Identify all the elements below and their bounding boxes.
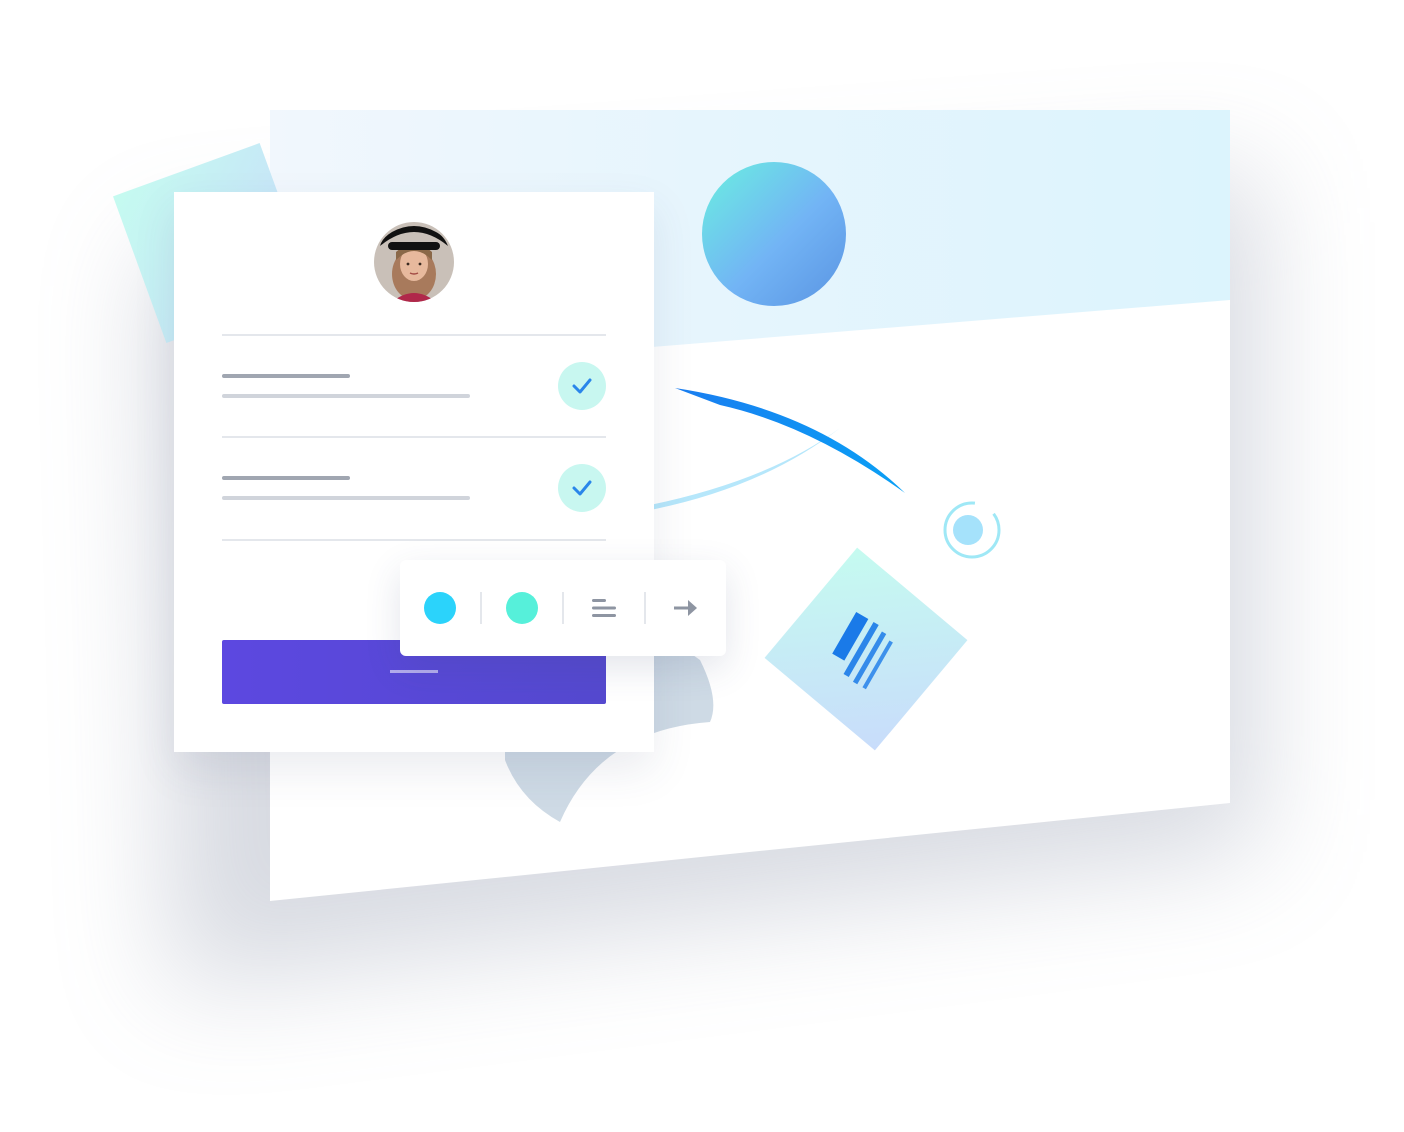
target-icon [943, 501, 1001, 559]
avatar-photo [374, 222, 454, 302]
arrow-right-icon [674, 600, 697, 616]
divider [222, 539, 606, 541]
check-button[interactable] [558, 362, 606, 410]
next-button[interactable] [662, 584, 710, 632]
color-swatch-mint [506, 592, 538, 624]
check-icon [572, 480, 592, 496]
row-title-placeholder [222, 476, 350, 480]
row-subtitle-placeholder [222, 394, 470, 398]
toolbar-separator [644, 592, 646, 624]
divider [222, 334, 606, 336]
avatar[interactable] [374, 222, 454, 302]
color-swatch-cyan [424, 592, 456, 624]
illustration-stage [0, 0, 1404, 1132]
dash-icon [390, 670, 438, 673]
align-left-icon [592, 599, 616, 617]
floating-toolbar [400, 560, 726, 656]
divider [222, 436, 606, 438]
color-swatch-mint-button[interactable] [498, 584, 546, 632]
check-icon [572, 378, 592, 394]
color-swatch-cyan-button[interactable] [416, 584, 464, 632]
toolbar-separator [480, 592, 482, 624]
profile-card [174, 192, 654, 752]
check-button[interactable] [558, 464, 606, 512]
row-title-placeholder [222, 374, 350, 378]
stack-logo-icon [832, 612, 893, 690]
align-left-button[interactable] [580, 584, 628, 632]
toolbar-separator [562, 592, 564, 624]
row-subtitle-placeholder [222, 496, 470, 500]
